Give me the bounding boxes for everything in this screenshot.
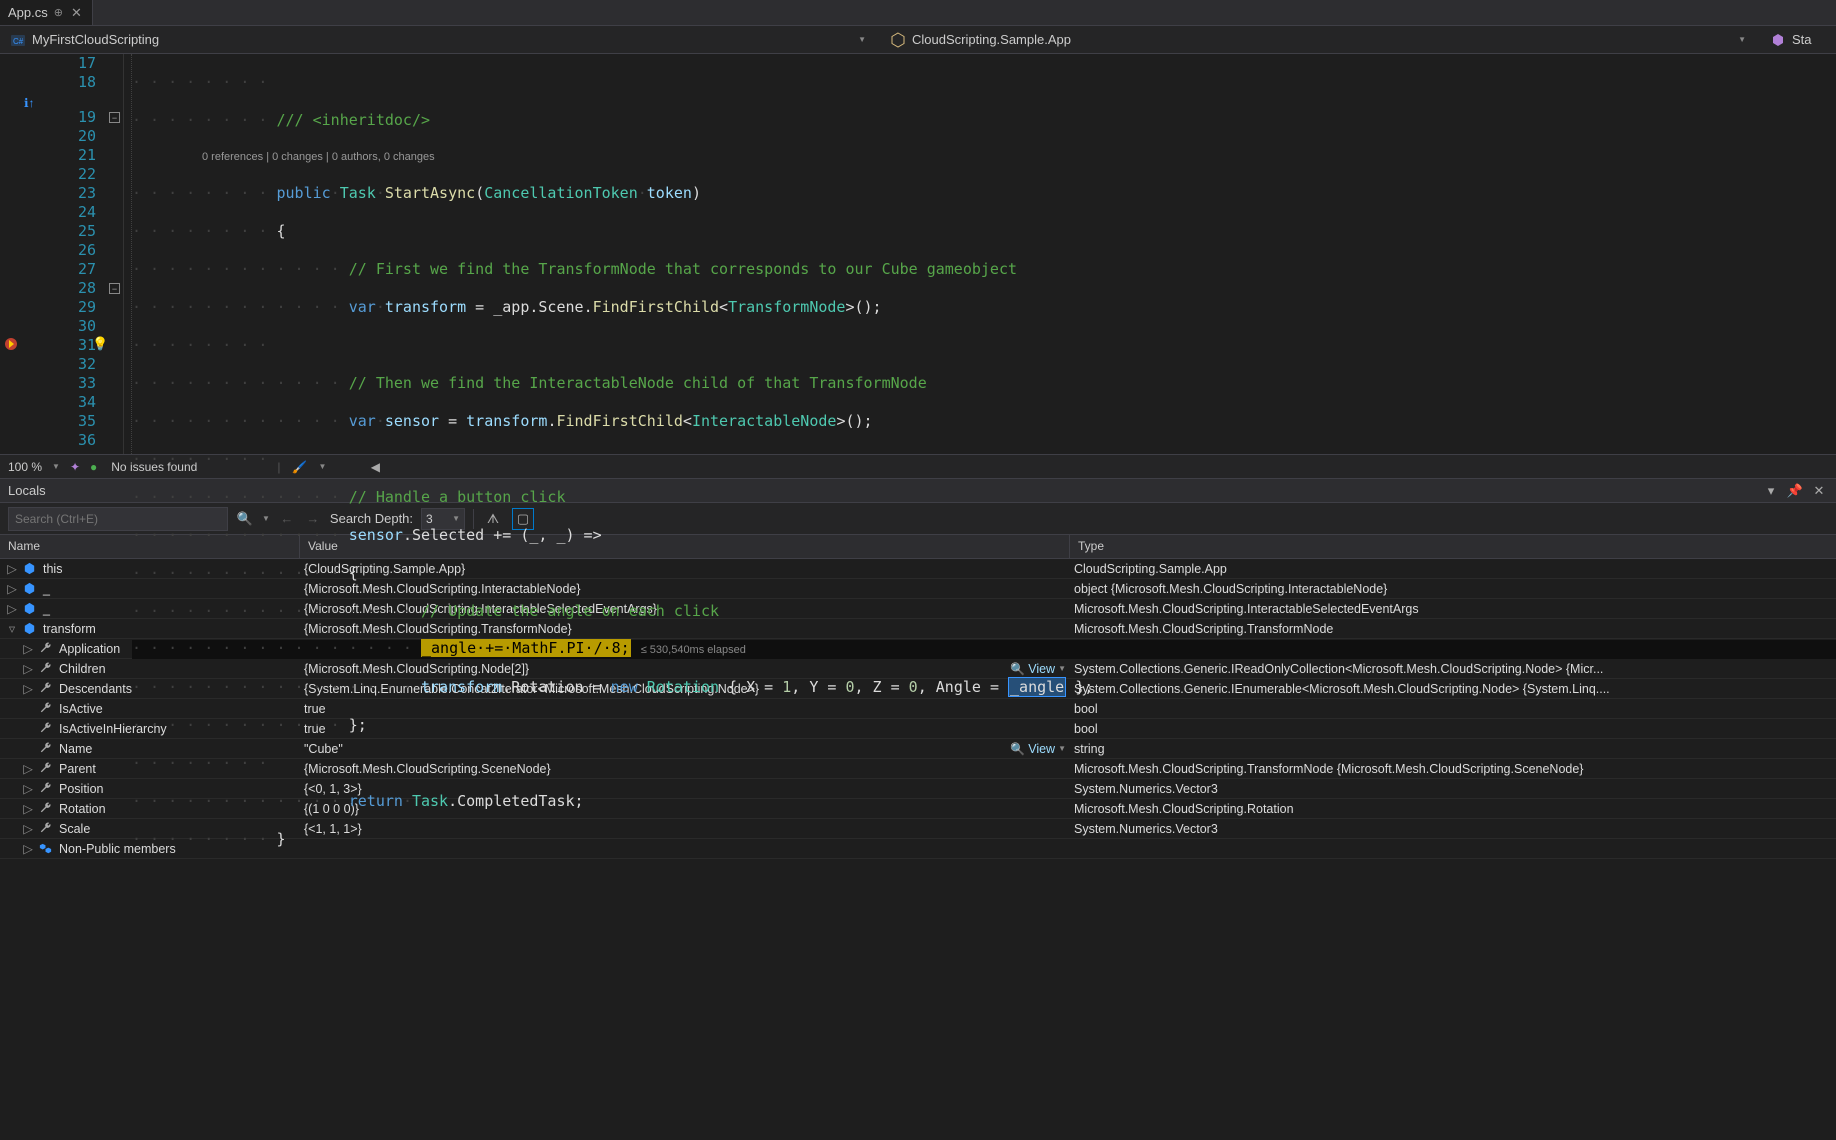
cube-icon [22,601,37,616]
wrench-icon [38,781,53,796]
breadcrumb-class-label: CloudScripting.Sample.App [912,32,1071,47]
variable-name: IsActive [59,702,103,716]
zoom-level[interactable]: 100 % [8,460,42,474]
expander-icon[interactable]: ▷ [22,643,34,655]
line-numbers: 17 18 19 20 21 22 23 24 25 26 27 28 29 3… [44,54,106,454]
wrench-icon [38,761,53,776]
tab-filename: App.cs [8,5,48,20]
expander-icon [22,723,34,735]
variable-name: _ [43,582,50,596]
fold-toggle[interactable]: − [109,283,120,294]
expander-icon[interactable]: ▷ [22,783,34,795]
chevron-down-icon: ▼ [858,35,866,44]
info-icon: ℹ︎↑ [24,96,35,110]
method-cube-icon [1770,32,1786,48]
variable-name: Application [59,642,120,656]
code-editor[interactable]: ℹ︎↑ 17 18 19 20 21 22 23 24 25 26 27 28 … [0,54,1836,454]
tab-bar: App.cs ⊕ ✕ [0,0,1836,26]
variable-name: Children [59,662,106,676]
wrench-icon [38,661,53,676]
expander-icon[interactable]: ▷ [22,803,34,815]
expander-icon[interactable]: ▷ [22,843,34,855]
wrench-icon [38,641,53,656]
breadcrumb-project-label: MyFirstCloudScripting [32,32,159,47]
expander-icon[interactable]: ▷ [6,603,18,615]
breadcrumb-class[interactable]: CloudScripting.Sample.App ▼ [880,32,1760,48]
file-tab[interactable]: App.cs ⊕ ✕ [0,0,93,25]
variable-name: _ [43,602,50,616]
chevron-down-icon[interactable]: ▼ [52,462,60,471]
copilot-icon[interactable]: ✦ [70,460,80,474]
expander-icon [22,743,34,755]
breadcrumb-project[interactable]: C# MyFirstCloudScripting ▼ [0,32,880,48]
variable-name: transform [43,622,96,636]
breadcrumb: C# MyFirstCloudScripting ▼ CloudScriptin… [0,26,1836,54]
codelens-text[interactable]: 0 references | 0 changes | 0 authors, 0 … [202,148,435,167]
variable-name: Rotation [59,802,106,816]
pin-icon[interactable]: ⊕ [54,6,63,19]
elapsed-time: ≤ 530,540ms elapsed [641,644,746,656]
variable-name: Name [59,742,92,756]
wrench-icon [38,821,53,836]
class-icon [890,32,906,48]
variable-name: Scale [59,822,90,836]
csharp-project-icon: C# [10,32,26,48]
selected-identifier: _angle [1008,677,1066,697]
nav-forward-icon[interactable]: → [304,510,322,528]
cube-group-icon [38,841,53,856]
info-margin: ℹ︎↑ [22,54,44,454]
wrench-icon [38,721,53,736]
xml-comment: /// <inheritdoc/> [277,111,431,129]
wrench-icon [38,741,53,756]
expander-icon[interactable]: ▷ [22,683,34,695]
variable-name: Descendants [59,682,132,696]
cube-icon [22,561,37,576]
variable-name: this [43,562,62,576]
chevron-down-icon: ▼ [1738,35,1746,44]
wrench-icon [38,681,53,696]
breadcrumb-member[interactable]: Sta [1760,32,1836,48]
expander-icon[interactable]: ▷ [6,583,18,595]
fold-column: − − [106,54,124,454]
cube-icon [22,581,37,596]
expander-icon[interactable]: ▿ [6,623,18,635]
code-text[interactable]: · · · · · · · · · · · · · · · · /// <inh… [132,54,1836,454]
expander-icon[interactable]: ▷ [22,663,34,675]
expander-icon[interactable]: ▷ [22,763,34,775]
check-icon: ● [90,460,97,474]
execution-pointer-icon [3,336,19,355]
close-icon[interactable]: ✕ [69,5,84,21]
wrench-icon [38,801,53,816]
margin-indicators [0,54,22,454]
expander-icon [22,703,34,715]
wrench-icon [38,701,53,716]
variable-name: Position [59,782,103,796]
fold-toggle[interactable]: − [109,112,120,123]
nav-back-icon[interactable]: ← [278,510,296,528]
breadcrumb-member-label: Sta [1792,32,1812,47]
svg-text:C#: C# [13,37,24,46]
variable-name: Parent [59,762,96,776]
cube-icon [22,621,37,636]
expander-icon[interactable]: ▷ [6,563,18,575]
current-statement: _angle·+=·MathF.PI·/·8; [421,639,631,657]
expander-icon[interactable]: ▷ [22,823,34,835]
